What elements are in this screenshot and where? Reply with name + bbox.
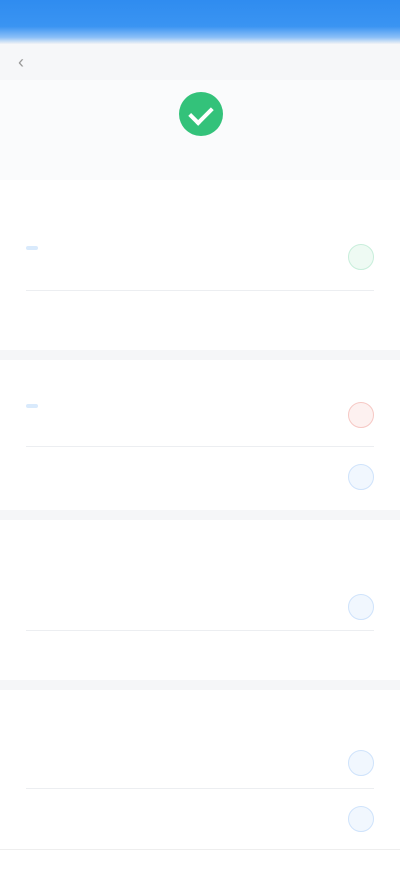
section-card-2 (14, 364, 386, 504)
status-bar (0, 0, 400, 44)
row-action-button[interactable] (348, 464, 374, 490)
section-separator (0, 350, 400, 360)
row-action-button[interactable] (348, 594, 374, 620)
section-card-4 (14, 696, 386, 846)
section-card-3 (14, 526, 386, 676)
divider (26, 446, 374, 447)
action-button[interactable] (348, 244, 374, 270)
tag-badge (26, 404, 38, 408)
row-action-button[interactable] (348, 806, 374, 832)
section-card-1 (14, 206, 386, 346)
tag-badge (26, 246, 38, 250)
chevron-left-icon[interactable]: ‹ (18, 52, 24, 73)
row-action-button[interactable] (348, 750, 374, 776)
divider (26, 290, 374, 291)
status-header (0, 80, 400, 180)
divider (26, 788, 374, 789)
section-separator (0, 510, 400, 520)
success-check-icon (179, 92, 223, 136)
divider (26, 630, 374, 631)
top-navigation-bar: ‹ (0, 44, 400, 80)
action-button[interactable] (348, 402, 374, 428)
section-separator (0, 680, 400, 690)
content (0, 180, 400, 889)
bottom-bar (0, 849, 400, 889)
